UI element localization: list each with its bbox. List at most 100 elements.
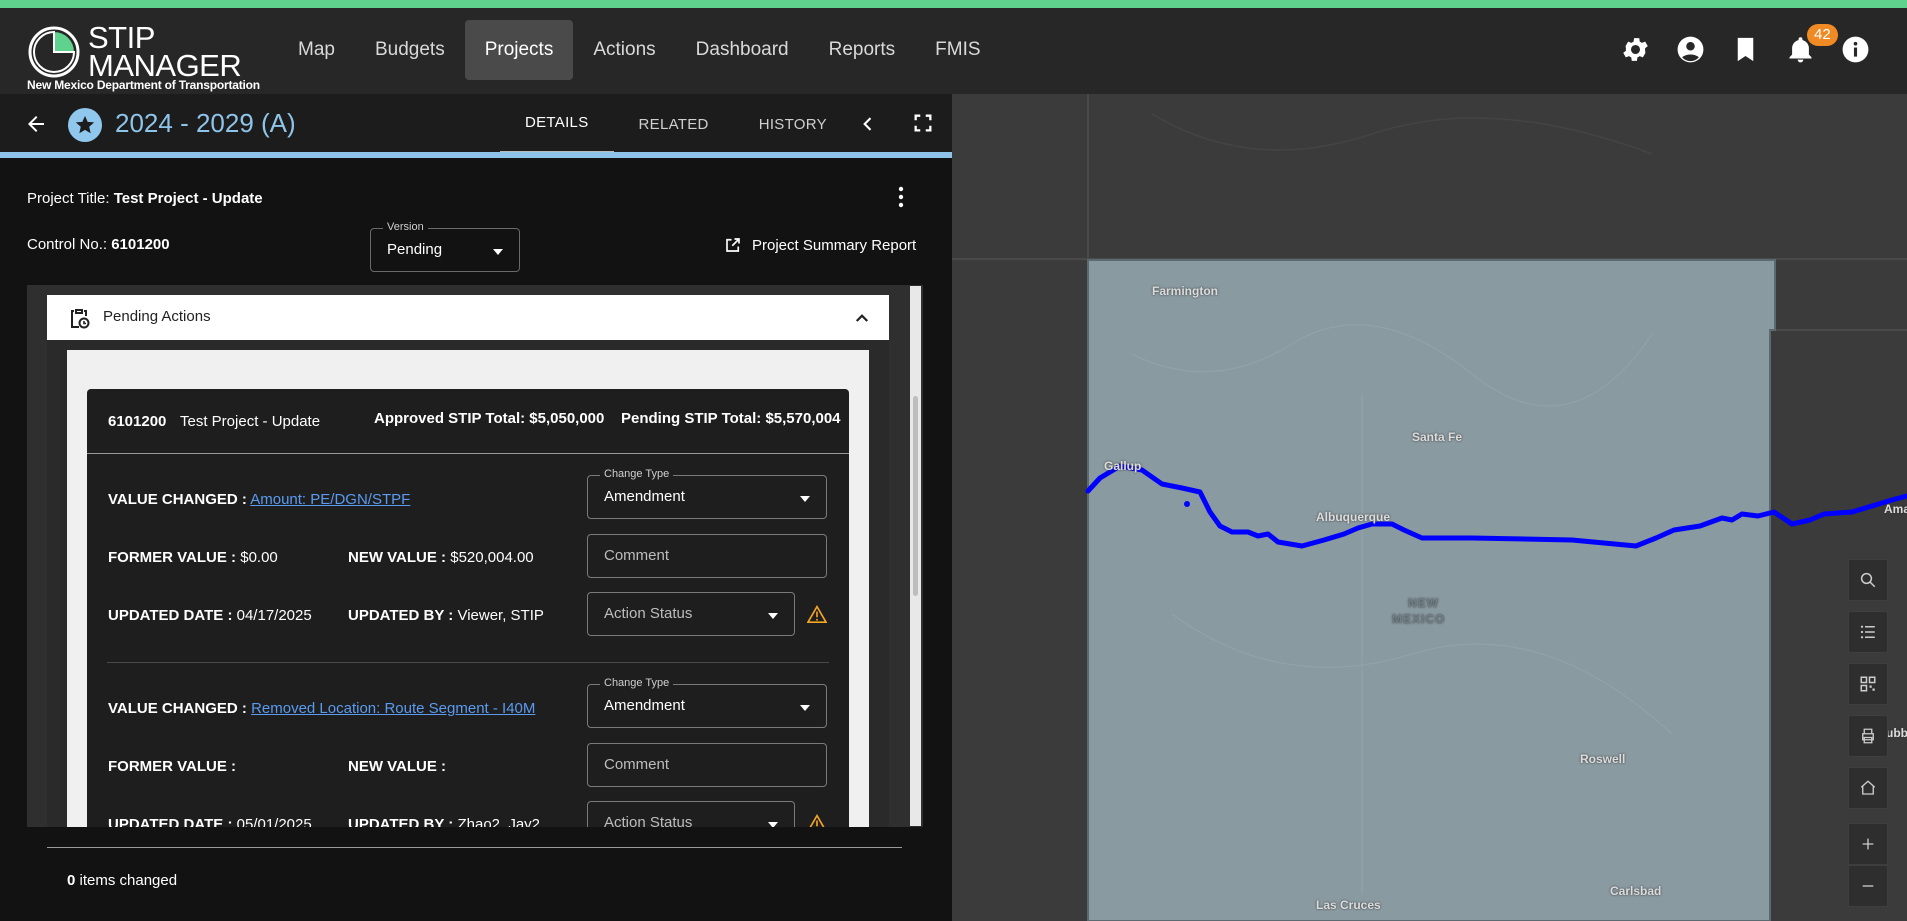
map-label-roswell: Roswell bbox=[1580, 752, 1626, 766]
control-number-field: Control No.: 6101200 bbox=[27, 236, 170, 253]
updated-by: UPDATED BY : Zhao2, Jay2 bbox=[348, 816, 541, 827]
fullscreen-icon[interactable] bbox=[912, 112, 934, 134]
nav-actions[interactable]: Actions bbox=[573, 20, 675, 80]
approved-stip-total: Approved STIP Total: $5,050,000 bbox=[374, 410, 605, 427]
former-value: FORMER VALUE : $0.00 bbox=[108, 549, 278, 566]
gear-icon[interactable] bbox=[1620, 34, 1651, 65]
map-label-las-cruces: Las Cruces bbox=[1316, 898, 1381, 912]
map-label-amarillo: Ama bbox=[1884, 502, 1907, 516]
header-actions: 42 bbox=[1620, 24, 1871, 65]
map-print-button[interactable] bbox=[1848, 715, 1888, 757]
comment-input[interactable]: Comment bbox=[587, 534, 827, 578]
account-icon[interactable] bbox=[1675, 34, 1706, 65]
tab-related[interactable]: RELATED bbox=[614, 94, 734, 154]
map-label-lubbock: ubb bbox=[1886, 726, 1907, 740]
map-controls bbox=[1848, 559, 1888, 907]
version-select[interactable]: Version Pending bbox=[370, 221, 520, 272]
scrollbar[interactable] bbox=[910, 286, 921, 826]
stip-version-title: 2024 - 2029 (A) bbox=[115, 108, 296, 138]
map-home-button[interactable] bbox=[1848, 767, 1888, 809]
updated-date: UPDATED DATE : 05/01/2025 bbox=[108, 816, 312, 827]
map-label-gallup: Gallup bbox=[1104, 459, 1142, 473]
nav-fmis[interactable]: FMIS bbox=[915, 20, 1000, 80]
value-changed-row: VALUE CHANGED : Removed Location: Route … bbox=[108, 700, 536, 717]
change-type-select[interactable]: Change Type Amendment bbox=[587, 468, 827, 519]
card-control-number: 6101200 bbox=[108, 413, 167, 430]
value-changed-link[interactable]: Amount: PE/DGN/STPF bbox=[250, 491, 410, 508]
header-accent-line bbox=[0, 152, 952, 158]
tab-details[interactable]: DETAILS bbox=[500, 94, 614, 154]
project-subheader: 2024 - 2029 (A) DETAILS RELATED HISTORY bbox=[0, 94, 952, 154]
comment-input[interactable]: Comment bbox=[587, 743, 827, 787]
zoom-out-button[interactable] bbox=[1848, 865, 1888, 907]
change-type-select[interactable]: Change Type Amendment bbox=[587, 677, 827, 728]
dropdown-caret-icon bbox=[800, 705, 810, 711]
scrollbar-thumb[interactable] bbox=[913, 396, 918, 596]
change-divider bbox=[107, 662, 829, 663]
nav-projects[interactable]: Projects bbox=[464, 20, 574, 80]
map-layers-list-button[interactable] bbox=[1848, 611, 1888, 653]
qr-code-icon bbox=[1860, 676, 1876, 692]
tab-history[interactable]: HISTORY bbox=[734, 94, 852, 154]
project-detail-panel: 2024 - 2029 (A) DETAILS RELATED HISTORY … bbox=[0, 94, 952, 921]
action-status-select[interactable]: Action Status bbox=[587, 801, 795, 827]
project-title-field: Project Title: Test Project - Update bbox=[27, 190, 263, 207]
plus-icon bbox=[1862, 838, 1874, 850]
search-icon bbox=[1860, 572, 1876, 588]
pending-actions-header[interactable]: Pending Actions bbox=[47, 295, 889, 340]
pending-actions-scroll-area[interactable]: Pending Actions 6101200 Test Project - U… bbox=[27, 285, 923, 827]
map-search-button[interactable] bbox=[1848, 559, 1888, 601]
main-nav: Map Budgets Projects Actions Dashboard R… bbox=[278, 20, 1001, 80]
pending-actions-container: 6101200 Test Project - Update Approved S… bbox=[67, 350, 869, 827]
map-label-farmington: Farmington bbox=[1152, 284, 1218, 298]
detail-tabs: DETAILS RELATED HISTORY bbox=[500, 94, 852, 154]
pending-action-card: 6101200 Test Project - Update Approved S… bbox=[87, 389, 849, 827]
project-summary-report-link[interactable]: Project Summary Report bbox=[724, 236, 916, 254]
app-header: STIP MANAGER New Mexico Department of Tr… bbox=[0, 8, 1907, 94]
pending-actions-title: Pending Actions bbox=[103, 308, 211, 325]
value-changed-link[interactable]: Removed Location: Route Segment - I40M bbox=[251, 700, 535, 717]
dropdown-caret-icon bbox=[800, 496, 810, 502]
updated-date: UPDATED DATE : 04/17/2025 bbox=[108, 607, 312, 624]
nav-dashboard[interactable]: Dashboard bbox=[676, 20, 809, 80]
zoom-in-button[interactable] bbox=[1848, 823, 1888, 865]
notification-badge: 42 bbox=[1807, 24, 1838, 46]
dropdown-caret-icon bbox=[768, 613, 778, 619]
star-icon bbox=[75, 115, 95, 134]
back-arrow-icon[interactable] bbox=[24, 112, 48, 136]
logo-title: STIP MANAGER bbox=[88, 20, 242, 83]
favorite-star-button[interactable] bbox=[68, 108, 102, 142]
version-value: Pending bbox=[387, 241, 443, 258]
bookmark-icon[interactable] bbox=[1730, 34, 1761, 65]
pending-stip-total: Pending STIP Total: $5,570,004 bbox=[621, 410, 841, 427]
map-label-mexico: MEXICO bbox=[1392, 612, 1446, 626]
home-icon bbox=[1860, 780, 1876, 795]
map-qr-button[interactable] bbox=[1848, 663, 1888, 705]
print-icon bbox=[1862, 728, 1874, 744]
more-options-icon[interactable] bbox=[896, 186, 906, 208]
nav-map[interactable]: Map bbox=[278, 20, 355, 80]
map-canvas[interactable] bbox=[952, 94, 1907, 921]
map-view[interactable]: Farmington Santa Fe Gallup Albuquerque N… bbox=[952, 94, 1907, 921]
nav-budgets[interactable]: Budgets bbox=[355, 20, 465, 80]
warning-icon bbox=[807, 605, 827, 623]
map-label-new: NEW bbox=[1408, 596, 1439, 610]
chevron-left-icon[interactable] bbox=[858, 114, 878, 134]
map-label-santa-fe: Santa Fe bbox=[1412, 430, 1463, 444]
notifications-button[interactable]: 42 bbox=[1785, 24, 1838, 65]
chevron-up-icon[interactable] bbox=[853, 309, 871, 327]
info-icon[interactable] bbox=[1840, 34, 1871, 65]
action-status-select[interactable]: Action Status bbox=[587, 592, 795, 636]
minus-icon bbox=[1862, 885, 1874, 887]
logo-subtitle: New Mexico Department of Transportation bbox=[27, 78, 260, 92]
map-label-carlsbad: Carlsbad bbox=[1610, 884, 1662, 898]
list-icon bbox=[1860, 625, 1875, 639]
dropdown-caret-icon bbox=[493, 249, 503, 255]
app-logo[interactable]: STIP MANAGER New Mexico Department of Tr… bbox=[26, 18, 276, 92]
value-changed-row: VALUE CHANGED : Amount: PE/DGN/STPF bbox=[108, 491, 411, 508]
items-changed-count: 0 items changed bbox=[67, 872, 178, 889]
new-value: NEW VALUE : $520,004.00 bbox=[348, 549, 534, 566]
nav-reports[interactable]: Reports bbox=[809, 20, 916, 80]
card-project-title: Test Project - Update bbox=[180, 413, 321, 430]
logo-icon bbox=[28, 26, 80, 78]
